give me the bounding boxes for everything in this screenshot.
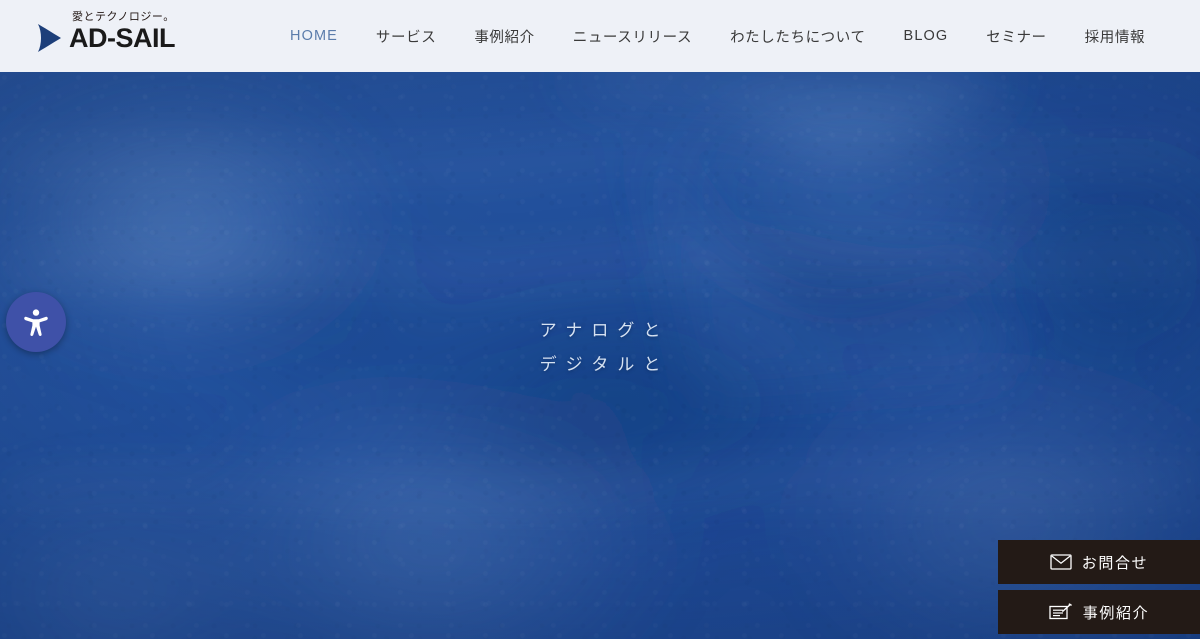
envelope-icon: [1050, 554, 1072, 570]
page-root: 愛とテクノロジー。 AD-SAIL HOME サービス 事例紹介 ニュースリリー…: [0, 0, 1200, 639]
contact-button-label: お問合せ: [1081, 554, 1149, 572]
contact-button[interactable]: お問合せ: [998, 540, 1200, 584]
main-navigation: HOME サービス 事例紹介 ニュースリリース わたしたちについて BLOG セ…: [290, 0, 1145, 72]
nav-item-blog[interactable]: BLOG: [904, 22, 949, 50]
nav-item-about-us[interactable]: わたしたちについて: [730, 20, 865, 53]
nav-item-news-release[interactable]: ニュースリリース: [573, 20, 692, 53]
logo-tagline: 愛とテクノロジー。: [72, 10, 175, 23]
logo-wordmark: AD-SAIL: [69, 22, 176, 53]
nav-item-case-studies[interactable]: 事例紹介: [474, 20, 534, 53]
nav-item-service[interactable]: サービス: [376, 20, 436, 53]
logo-row: AD-SAIL: [36, 22, 176, 53]
nav-item-home[interactable]: HOME: [290, 22, 338, 50]
document-pen-icon: [1049, 603, 1072, 620]
case-studies-button-label: 事例紹介: [1082, 604, 1150, 622]
nav-item-recruit[interactable]: 採用情報: [1085, 20, 1145, 53]
site-logo[interactable]: 愛とテクノロジー。 AD-SAIL: [36, 6, 216, 64]
accessibility-person-icon: [24, 309, 48, 336]
floating-cta-stack: お問合せ 事例紹介: [998, 540, 1200, 634]
case-studies-button[interactable]: 事例紹介: [998, 590, 1200, 634]
sail-triangle-icon: [38, 24, 61, 52]
site-header: 愛とテクノロジー。 AD-SAIL HOME サービス 事例紹介 ニュースリリー…: [0, 0, 1200, 72]
nav-item-seminar[interactable]: セミナー: [986, 20, 1046, 53]
accessibility-widget-button[interactable]: [6, 292, 66, 352]
